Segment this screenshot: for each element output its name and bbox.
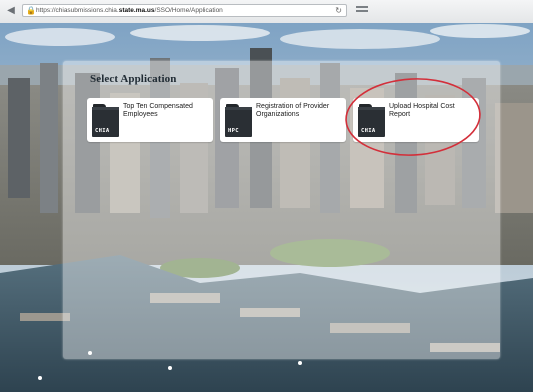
app-tile-label: Registration of Provider Organizations xyxy=(256,103,330,118)
app-tile-top-ten-compensated[interactable]: CHIA Top Ten Compensated Employees xyxy=(87,98,213,142)
app-tile-upload-hospital-cost-report[interactable]: CHIA Upload Hospital Cost Report xyxy=(353,98,479,142)
folder-icon: HPC xyxy=(225,104,252,137)
app-tile-registration-provider[interactable]: HPC Registration of Provider Organizatio… xyxy=(220,98,346,142)
browser-toolbar: ◀ 🔒 https://chiasubmissions.chia.state.m… xyxy=(0,0,533,24)
url-text: https://chiasubmissions.chia.state.ma.us… xyxy=(36,7,223,14)
lock-icon: 🔒 xyxy=(26,6,36,15)
back-arrow-icon[interactable]: ◀ xyxy=(5,5,17,17)
folder-code: CHIA xyxy=(361,128,376,134)
folder-icon: CHIA xyxy=(358,104,385,137)
app-tile-label: Top Ten Compensated Employees xyxy=(123,103,193,118)
select-application-panel: Select Application CHIA Top Ten Compensa… xyxy=(63,61,500,359)
address-bar[interactable]: 🔒 https://chiasubmissions.chia.state.ma.… xyxy=(22,4,347,17)
app-tile-label: Upload Hospital Cost Report xyxy=(389,103,455,118)
folder-code: CHIA xyxy=(95,128,110,134)
reload-icon[interactable]: ↻ xyxy=(335,5,342,16)
folder-icon: CHIA xyxy=(92,104,119,137)
panel-title: Select Application xyxy=(90,73,177,85)
folder-code: HPC xyxy=(228,128,239,134)
menu-icon[interactable] xyxy=(356,6,368,16)
